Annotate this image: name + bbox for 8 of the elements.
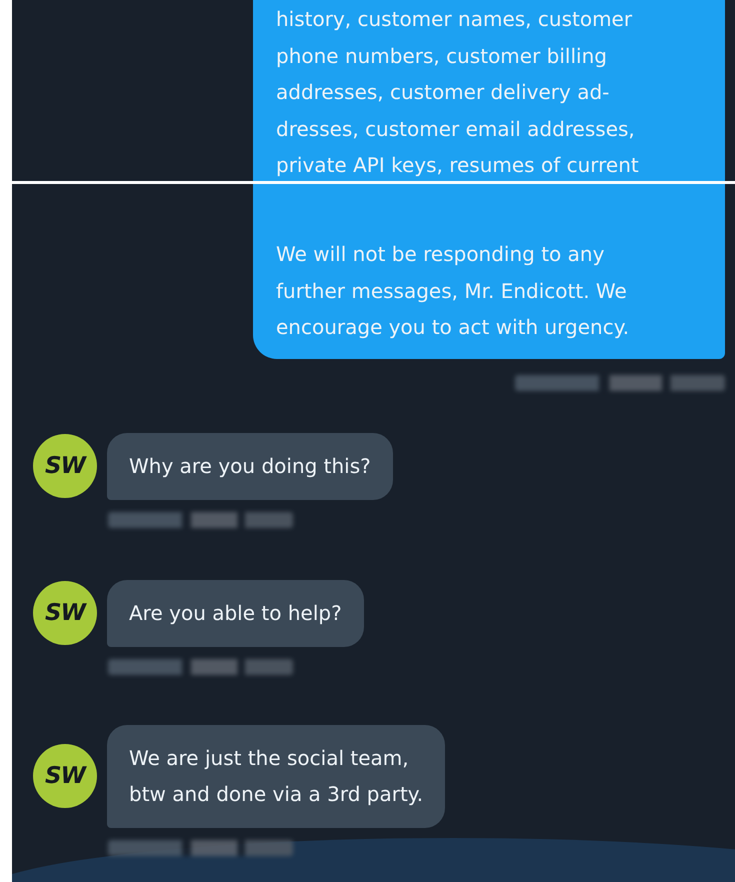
- sent-message: We will not be responding to any further messages, Mr. Endicott. We encourage you to act with urgency.: [253, 184, 725, 358]
- received-message: Why are you doing this?: [107, 432, 393, 500]
- sent-message: history, customer names, customer phone numbers, customer billing addresses, customer delivery ad- dresses, customer email addresses, private API keys, resumes of current: [253, 0, 725, 181]
- avatar-logo: SW: [33, 744, 97, 808]
- avatar-logo: SW: [33, 581, 97, 645]
- received-message: Are you able to help?: [107, 580, 364, 646]
- avatar-logo: SW: [33, 434, 97, 498]
- received-message: We are just the social team, btw and done via a 3rd party.: [107, 724, 446, 828]
